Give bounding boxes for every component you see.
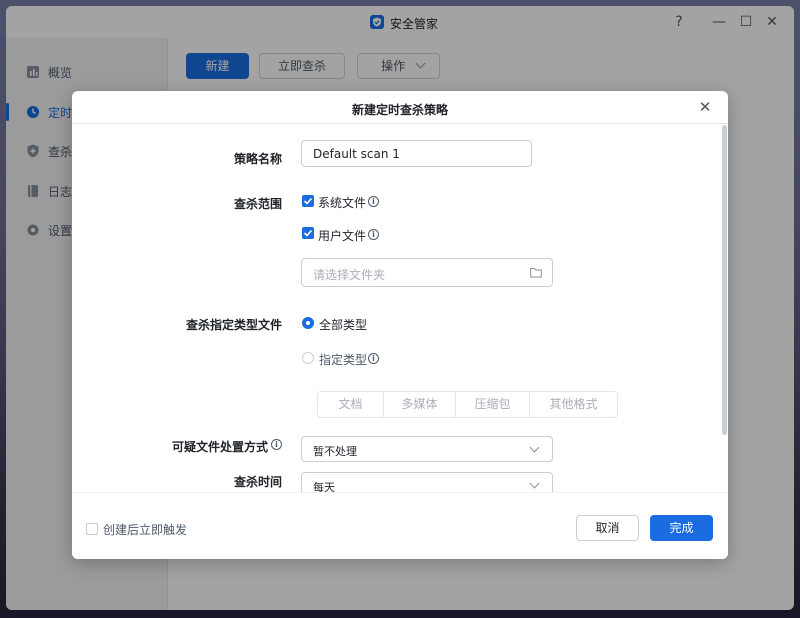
cancel-button[interactable]: 取消: [576, 515, 639, 541]
specified-types-radio[interactable]: [302, 352, 314, 364]
scrollbar[interactable]: [722, 125, 727, 435]
specified-types-label: 指定类型: [319, 353, 368, 367]
scan-scope-label: 查杀范围: [233, 197, 282, 211]
folder-select-input[interactable]: 请选择文件夹: [301, 258, 553, 287]
chevron-down-icon: [529, 442, 540, 453]
info-icon[interactable]: i: [271, 439, 282, 450]
suspicious-handling-label: 可疑文件处置方式: [171, 440, 268, 454]
new-schedule-dialog: 新建定时查杀策略 ✕ 策略名称 Default scan 1 查杀范围 系统文件…: [72, 91, 728, 559]
suspicious-handling-select[interactable]: 暂不处理: [301, 436, 553, 462]
file-types-label: 查杀指定类型文件: [185, 318, 282, 332]
dialog-header: 新建定时查杀策略 ✕: [72, 91, 728, 124]
segment-other-formats[interactable]: 其他格式: [530, 392, 617, 417]
file-type-segmented-control: 文档 多媒体 压缩包 其他格式: [317, 391, 618, 418]
trigger-after-create-label: 创建后立即触发: [103, 523, 188, 537]
segment-archives[interactable]: 压缩包: [456, 392, 530, 417]
dialog-body: 策略名称 Default scan 1 查杀范围 系统文件 i 用户文件 i 请…: [72, 125, 728, 492]
policy-name-input[interactable]: Default scan 1: [301, 140, 532, 167]
user-files-label: 用户文件: [318, 229, 367, 243]
dialog-footer: 创建后立即触发 取消 完成: [72, 492, 728, 559]
policy-name-label: 策略名称: [233, 152, 282, 166]
scan-time-select[interactable]: 每天: [301, 472, 553, 492]
folder-icon[interactable]: [530, 267, 542, 278]
chevron-down-icon: [529, 478, 540, 489]
suspicious-handling-value: 暂不处理: [313, 445, 357, 458]
done-button[interactable]: 完成: [650, 515, 713, 541]
info-icon[interactable]: i: [368, 229, 379, 240]
close-icon[interactable]: ✕: [696, 98, 714, 116]
folder-placeholder: 请选择文件夹: [313, 268, 386, 282]
user-files-checkbox[interactable]: [302, 227, 314, 239]
all-types-radio[interactable]: [302, 317, 314, 329]
info-icon[interactable]: i: [368, 196, 379, 207]
segment-multimedia[interactable]: 多媒体: [384, 392, 456, 417]
scan-time-value: 每天: [313, 481, 335, 492]
all-types-label: 全部类型: [319, 318, 368, 332]
trigger-after-create-checkbox[interactable]: [86, 523, 98, 535]
policy-name-value: Default scan 1: [313, 147, 400, 161]
info-icon[interactable]: i: [368, 353, 379, 364]
system-files-label: 系统文件: [318, 196, 367, 210]
system-files-checkbox[interactable]: [302, 195, 314, 207]
dialog-title: 新建定时查杀策略: [351, 103, 448, 117]
scan-time-label: 查杀时间: [233, 475, 282, 489]
segment-documents[interactable]: 文档: [318, 392, 384, 417]
